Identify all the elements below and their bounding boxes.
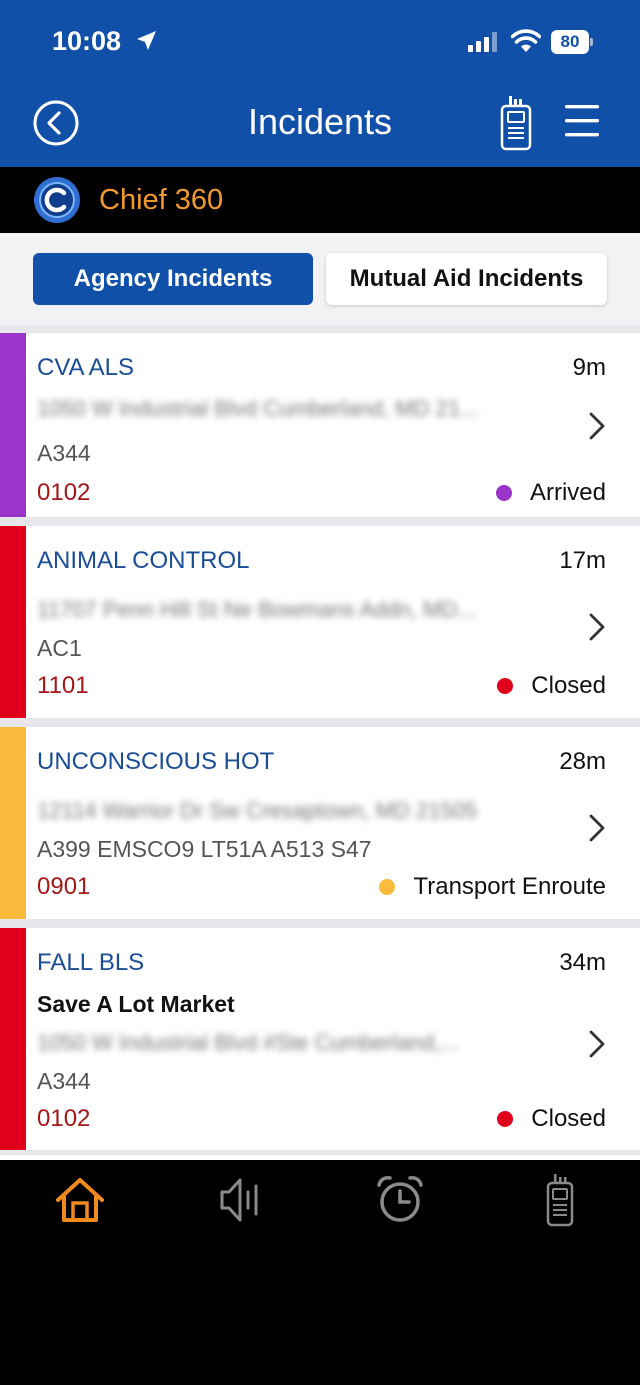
status-label: Arrived	[529, 479, 606, 506]
incident-address: 12114 Warrior Dr Sw Cresaptown, MD 21505	[37, 798, 478, 823]
home-icon[interactable]	[52, 1172, 108, 1228]
incident-type: CVA ALS	[37, 354, 134, 381]
incident-units: A344	[37, 1068, 91, 1094]
incident-units: A344	[37, 440, 91, 466]
status-dot	[495, 485, 512, 501]
incident-card[interactable]: CVA ALS 9m 1050 W Industrial Blvd Cumber…	[0, 333, 640, 517]
incident-type: ANIMAL CONTROL	[37, 547, 250, 574]
incident-address: 1050 W Industrial Blvd Cumberland, MD 21…	[37, 396, 479, 421]
status-label: Closed	[531, 1105, 606, 1132]
speaker-icon[interactable]	[212, 1172, 268, 1228]
incident-status: Transport Enroute	[379, 873, 606, 901]
battery-icon: 80	[551, 30, 593, 54]
radio-icon[interactable]	[499, 95, 533, 151]
wifi-icon	[511, 29, 541, 52]
status-time: 10:08	[52, 26, 122, 56]
alarm-clock-icon[interactable]	[372, 1172, 428, 1228]
incident-place: Save A Lot Market	[37, 991, 235, 1017]
incident-status: Closed	[497, 672, 606, 700]
tab-agency-incidents[interactable]: Agency Incidents	[33, 253, 313, 305]
brand-bar	[0, 167, 640, 233]
incident-card[interactable]: FALL BLS 34m Save A Lot Market 1050 W In…	[0, 928, 640, 1150]
priority-stripe	[0, 928, 26, 1150]
incident-age: 9m	[572, 354, 606, 381]
chevron-right-icon[interactable]	[586, 612, 608, 642]
incident-card[interactable]: UNCONSCIOUS HOT 28m 12114 Warrior Dr Sw …	[0, 727, 640, 919]
incident-age: 34m	[559, 949, 606, 976]
status-label: Transport Enroute	[413, 873, 606, 900]
incident-card[interactable]: ANIMAL CONTROL 17m 11707 Penn Hill St Ne…	[0, 526, 640, 718]
incident-address: 11707 Penn Hill St Ne Bowmans Addn, MD..…	[37, 597, 476, 622]
battery-level: 80	[551, 30, 589, 54]
incident-type: UNCONSCIOUS HOT	[37, 748, 275, 775]
brand-name: Chief 360	[99, 184, 224, 216]
priority-stripe	[0, 526, 26, 718]
incident-number: 0102	[37, 1105, 91, 1132]
incident-status: Arrived	[495, 479, 606, 507]
priority-stripe	[0, 333, 26, 517]
menu-icon[interactable]	[563, 102, 601, 140]
location-arrow-icon	[137, 31, 156, 50]
status-dot	[497, 1111, 514, 1127]
incident-status: Closed	[497, 1105, 606, 1133]
chevron-right-icon[interactable]	[586, 813, 608, 843]
chevron-right-icon[interactable]	[586, 411, 608, 441]
status-label: Closed	[531, 672, 606, 699]
priority-stripe	[0, 727, 26, 919]
incident-age: 17m	[559, 547, 606, 574]
incident-age: 28m	[559, 748, 606, 775]
radio-icon[interactable]	[532, 1172, 588, 1228]
incident-units: A399 EMSCO9 LT51A A513 S47	[37, 836, 372, 862]
top-bar: 10:08 80 Incidents	[0, 0, 640, 167]
chief360-logo	[34, 177, 80, 223]
incident-address: 1050 W Industrial Blvd #Ste Cumberland,.…	[37, 1030, 459, 1055]
incident-number: 1101	[37, 672, 89, 699]
page-title: Incidents	[247, 101, 393, 142]
status-dot	[497, 678, 514, 694]
incident-list[interactable]: CVA ALS 9m 1050 W Industrial Blvd Cumber…	[0, 325, 640, 1160]
cellular-signal-icon	[468, 32, 497, 52]
incident-number: 0901	[37, 873, 91, 900]
status-dot	[379, 879, 396, 895]
incident-units: AC1	[37, 635, 82, 661]
tab-mutual-aid-incidents[interactable]: Mutual Aid Incidents	[326, 253, 607, 305]
chevron-right-icon[interactable]	[586, 1029, 608, 1059]
incident-number: 0102	[37, 479, 91, 506]
incident-type: FALL BLS	[37, 949, 145, 976]
